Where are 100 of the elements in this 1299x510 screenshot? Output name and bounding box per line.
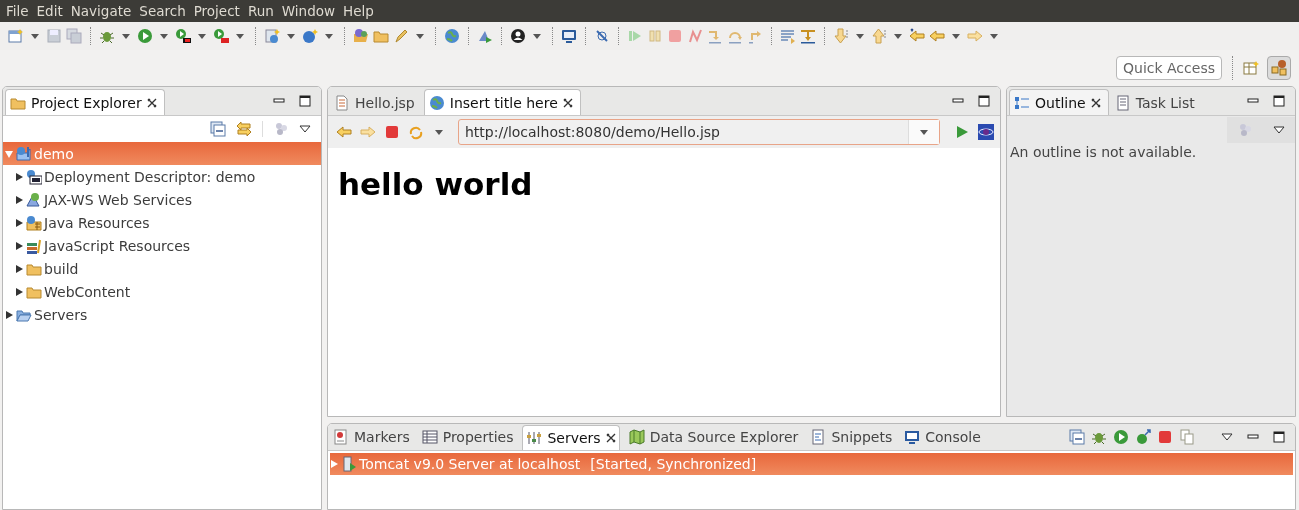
panel-tab[interactable]: Project Explorer xyxy=(5,89,165,115)
server-icon[interactable] xyxy=(264,28,280,44)
menu-item[interactable]: Help xyxy=(339,3,378,19)
pen-icon[interactable] xyxy=(393,28,409,44)
collapsed-arrow-icon[interactable] xyxy=(15,195,23,204)
maximize-icon[interactable] xyxy=(299,95,311,107)
panel-tab[interactable]: Data Source Explorer xyxy=(625,425,802,449)
server-status: [Started, Synchronized] xyxy=(590,456,757,472)
javascript-resources-icon xyxy=(26,237,42,254)
globe-icon[interactable] xyxy=(444,28,460,44)
snippets-icon xyxy=(810,429,827,445)
close-icon[interactable] xyxy=(1090,97,1101,108)
markers-icon xyxy=(333,429,349,445)
dropdown-caret-icon[interactable] xyxy=(894,33,902,39)
panel-tab[interactable]: Task List xyxy=(1110,90,1202,115)
profile-icon[interactable] xyxy=(1135,429,1151,445)
go-icon[interactable] xyxy=(954,124,970,140)
server-icon xyxy=(341,456,357,472)
folder-icon[interactable] xyxy=(353,28,369,44)
outline-message: An outline is not available. xyxy=(1009,144,1198,160)
tree-item[interactable]: Servers xyxy=(3,303,321,326)
menu-item[interactable]: Search xyxy=(135,3,190,19)
menu-item[interactable]: Project xyxy=(189,3,244,19)
panel-tab[interactable]: Servers xyxy=(522,424,620,450)
tree-item[interactable]: Deployment Descriptor: demo xyxy=(3,165,321,188)
dropdown-caret-icon[interactable] xyxy=(533,33,541,39)
view-menu-icon[interactable] xyxy=(299,125,311,133)
menu-item[interactable]: Run xyxy=(243,3,278,19)
collapse-all-icon[interactable] xyxy=(1069,429,1085,445)
expanded-arrow-icon[interactable] xyxy=(5,149,13,158)
dropdown-caret-icon[interactable] xyxy=(287,33,295,39)
dropdown-caret-icon[interactable] xyxy=(31,33,39,39)
tree-item[interactable]: build xyxy=(3,257,321,280)
link-off-icon[interactable] xyxy=(594,28,610,44)
panel-tab[interactable]: Properties xyxy=(418,425,517,449)
back-arrow-icon[interactable] xyxy=(336,124,352,140)
close-icon[interactable] xyxy=(562,97,573,108)
outline-icon xyxy=(1014,94,1030,111)
step-filter-icon[interactable] xyxy=(800,28,816,44)
close-icon[interactable] xyxy=(146,97,157,108)
restart-icon[interactable] xyxy=(408,124,424,140)
dropdown-caret-icon[interactable] xyxy=(160,33,168,39)
dropdown-caret-icon[interactable] xyxy=(236,33,244,39)
monitor-icon[interactable] xyxy=(561,28,577,44)
view-menu-icon[interactable] xyxy=(1273,126,1285,134)
menu-item[interactable]: File xyxy=(2,3,33,19)
dropdown-caret-icon[interactable] xyxy=(952,33,960,39)
server-name: Tomcat v9.0 Server at localhost xyxy=(359,456,581,472)
menu-item[interactable]: Window xyxy=(277,3,340,19)
view-menu-icon[interactable] xyxy=(1221,433,1233,441)
panel-tab[interactable]: Markers xyxy=(330,425,413,449)
collapsed-arrow-icon[interactable] xyxy=(15,241,23,250)
back-arrow-icon[interactable] xyxy=(929,28,945,44)
dropdown-caret-icon[interactable] xyxy=(416,33,424,39)
link-editor-icon[interactable] xyxy=(236,121,252,137)
panel-tab[interactable]: Hello.jsp xyxy=(330,90,422,115)
stop-icon[interactable] xyxy=(384,124,400,140)
person-icon[interactable] xyxy=(510,28,526,44)
menu-item[interactable]: Navigate xyxy=(66,3,136,19)
maximize-icon[interactable] xyxy=(1273,431,1285,443)
dropdown-caret-icon[interactable] xyxy=(435,129,443,135)
collapsed-arrow-icon[interactable] xyxy=(15,172,23,181)
dropdown-caret-icon[interactable] xyxy=(856,33,864,39)
class-icon[interactable] xyxy=(302,28,318,44)
page-heading: hello world xyxy=(338,166,534,202)
java-resources-icon xyxy=(26,214,42,231)
dropdown-caret-icon[interactable] xyxy=(920,129,928,135)
collapsed-arrow-icon[interactable] xyxy=(15,287,23,296)
run-icon[interactable] xyxy=(175,28,191,44)
panel-tab[interactable]: Outline xyxy=(1009,89,1109,115)
back-arrow-icon[interactable] xyxy=(909,28,925,44)
dropdown-caret-icon[interactable] xyxy=(325,33,333,39)
browser-logo-icon[interactable] xyxy=(978,124,994,140)
quick-access-field[interactable]: Quick Access xyxy=(1116,56,1222,80)
panel-tab[interactable]: Insert title here xyxy=(423,89,581,115)
properties-icon xyxy=(421,429,438,445)
collapsed-arrow-icon[interactable] xyxy=(5,310,13,319)
maximize-icon[interactable] xyxy=(1273,95,1285,107)
webservice-icon xyxy=(26,191,42,208)
dropdown-caret-icon[interactable] xyxy=(198,33,206,39)
dropdown-caret-icon[interactable] xyxy=(990,33,998,39)
active-perspective-button[interactable] xyxy=(1267,56,1291,80)
collapsed-arrow-icon[interactable] xyxy=(15,264,23,273)
dropdown-caret-icon[interactable] xyxy=(122,33,130,39)
menu-item[interactable]: Edit xyxy=(32,3,67,19)
tree-item[interactable]: WebContent xyxy=(3,280,321,303)
tree-item[interactable]: JAX-WS Web Services xyxy=(3,188,321,211)
stop-icon[interactable] xyxy=(1157,429,1173,445)
panel-tab[interactable]: Console xyxy=(901,425,984,449)
tree-item[interactable]: Java Resources xyxy=(3,211,321,234)
file-icon xyxy=(334,94,350,111)
url-field[interactable]: http://localhost:8080/demo/Hello.jsp xyxy=(458,119,940,145)
close-icon[interactable] xyxy=(605,432,616,443)
collapse-all-icon[interactable] xyxy=(210,121,226,137)
perspective-icon[interactable] xyxy=(1243,60,1259,76)
collapsed-arrow-icon[interactable] xyxy=(15,218,23,227)
tree-item[interactable]: JavaScript Resources xyxy=(3,234,321,257)
maximize-icon[interactable] xyxy=(978,95,990,107)
panel-tab[interactable]: Snippets xyxy=(807,425,896,449)
new-window-icon[interactable] xyxy=(8,28,24,44)
